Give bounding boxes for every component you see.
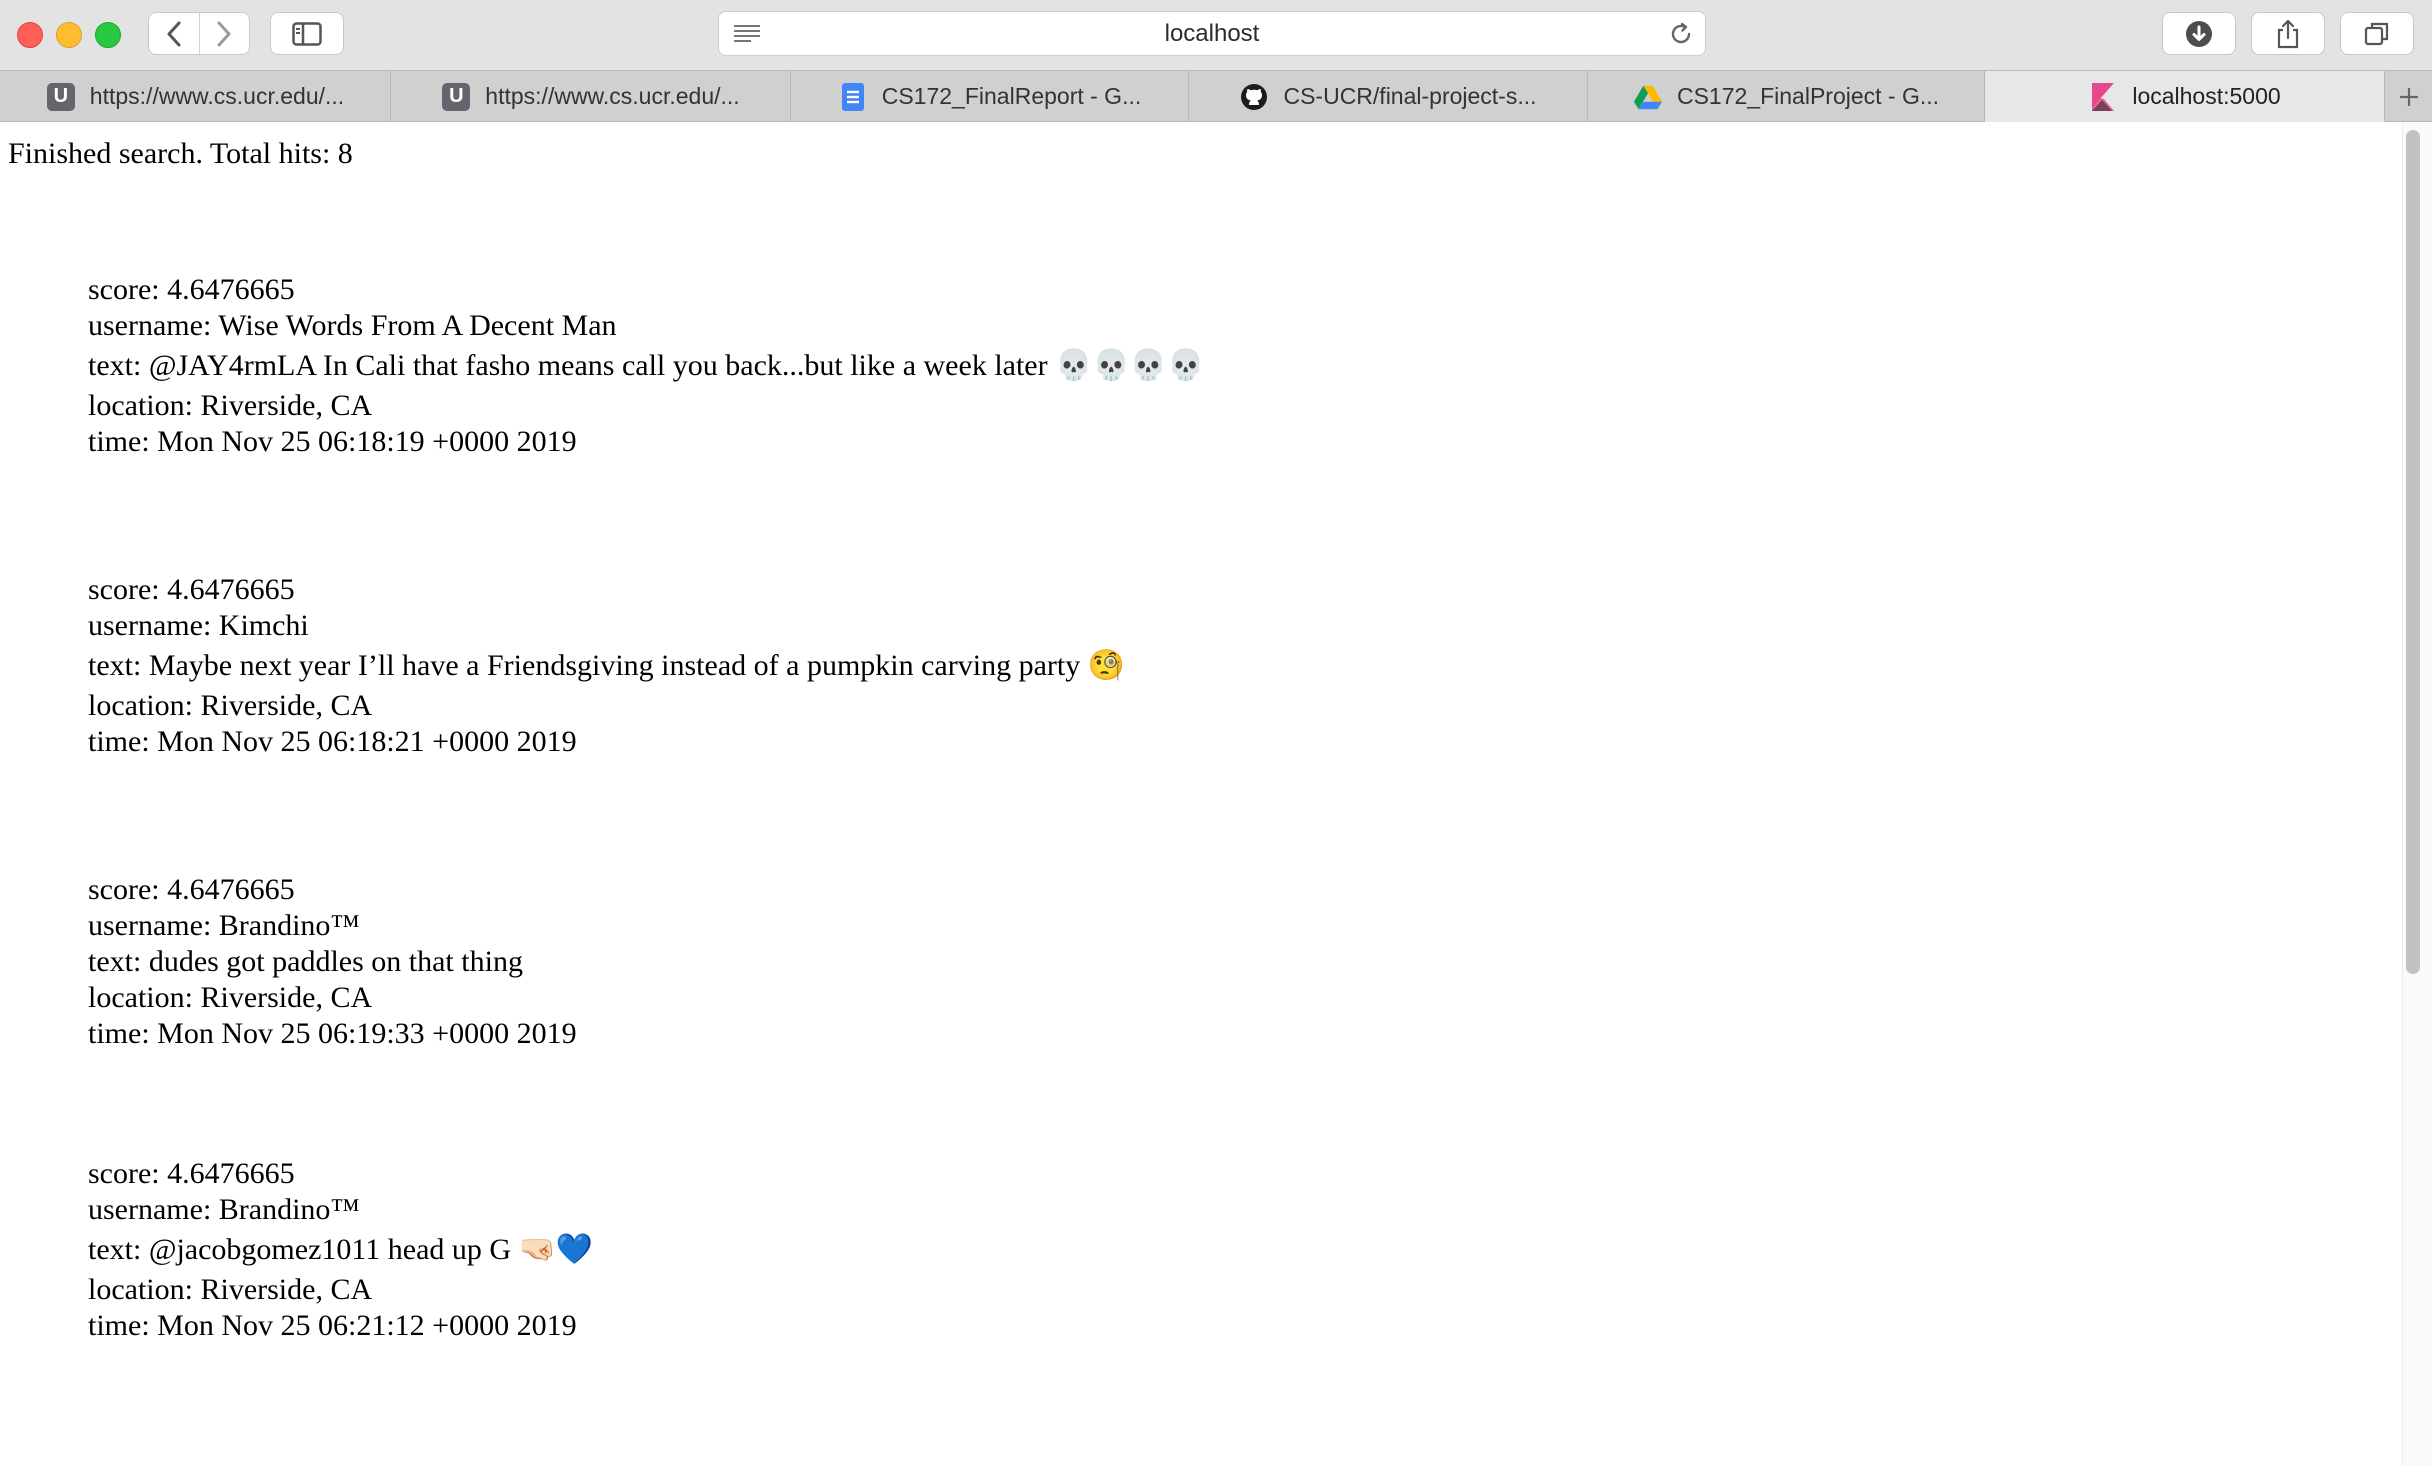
scrollbar-thumb[interactable] xyxy=(2406,130,2420,974)
result-text: text: @JAY4rmLA In Cali that fasho means… xyxy=(88,348,1205,383)
result-location: location: Riverside, CA xyxy=(88,1273,373,1306)
result-score: score: 4.6476665 xyxy=(88,273,295,306)
result-location: location: Riverside, CA xyxy=(88,689,373,722)
history-navigation xyxy=(148,12,250,55)
tab-label: CS-UCR/final-project-s... xyxy=(1283,83,1537,109)
kibana-icon xyxy=(2088,82,2118,112)
github-icon xyxy=(1239,82,1269,112)
tab-bar: U https://www.cs.ucr.edu/... U https://w… xyxy=(0,70,2432,122)
browser-toolbar: localhost xyxy=(0,0,2432,70)
result-score: score: 4.6476665 xyxy=(88,873,295,906)
result-score: score: 4.6476665 xyxy=(88,1157,295,1190)
search-result: score: 4.6476665 username: Brandino™ tex… xyxy=(88,1156,593,1344)
monocle-face-emoji: 🧐 xyxy=(1087,648,1126,683)
chevron-left-icon xyxy=(167,21,181,46)
ucr-favicon-icon: U xyxy=(46,82,76,112)
result-text: text: @jacobgomez1011 head up G 🤜🏻💙 xyxy=(88,1232,594,1267)
window-minimize-button[interactable] xyxy=(56,22,82,48)
skull-emoji: 💀💀💀💀 xyxy=(1055,348,1205,383)
fist-heart-emoji: 🤜🏻💙 xyxy=(518,1232,594,1267)
result-text: text: dudes got paddles on that thing xyxy=(88,945,523,978)
result-time: time: Mon Nov 25 06:18:19 +0000 2019 xyxy=(88,425,577,458)
tab-ucr-1[interactable]: U https://www.cs.ucr.edu/... xyxy=(0,71,391,122)
tab-label: https://www.cs.ucr.edu/... xyxy=(89,83,345,109)
result-username: username: Brandino™ xyxy=(88,909,360,942)
tab-label: CS172_FinalProject - G... xyxy=(1676,83,1940,109)
result-username: username: Brandino™ xyxy=(88,1193,360,1226)
download-icon xyxy=(2186,20,2212,47)
address-text: localhost xyxy=(1164,19,1260,47)
tab-label: localhost:5000 xyxy=(2132,83,2281,109)
search-result: score: 4.6476665 username: Brandino™ tex… xyxy=(88,872,577,1052)
ucr-favicon-icon: U xyxy=(441,82,471,112)
share-button[interactable] xyxy=(2251,12,2325,55)
result-time: time: Mon Nov 25 06:19:33 +0000 2019 xyxy=(88,1017,577,1050)
result-time: time: Mon Nov 25 06:21:12 +0000 2019 xyxy=(88,1309,577,1342)
search-result: score: 4.6476665 username: Wise Words Fr… xyxy=(88,272,1205,460)
google-drive-icon xyxy=(1633,82,1663,112)
tab-localhost[interactable]: localhost:5000 xyxy=(1985,71,2385,122)
tab-final-project-drive[interactable]: CS172_FinalProject - G... xyxy=(1588,71,1985,122)
tab-ucr-2[interactable]: U https://www.cs.ucr.edu/... xyxy=(391,71,791,122)
show-tabs-button[interactable] xyxy=(2340,12,2414,55)
result-location: location: Riverside, CA xyxy=(88,389,373,422)
result-location: location: Riverside, CA xyxy=(88,981,373,1014)
search-status: Finished search. Total hits: 8 xyxy=(8,137,353,170)
page-content: Finished search. Total hits: 8 score: 4.… xyxy=(0,122,2402,1466)
sidebar-icon xyxy=(292,21,322,46)
result-score: score: 4.6476665 xyxy=(88,573,295,606)
window-zoom-button[interactable] xyxy=(95,22,121,48)
chevron-right-icon xyxy=(217,21,231,46)
tab-overview-icon xyxy=(2364,22,2389,45)
back-button[interactable] xyxy=(149,13,199,54)
share-icon xyxy=(2277,19,2299,48)
address-bar[interactable]: localhost xyxy=(718,11,1706,56)
google-docs-icon xyxy=(838,82,868,112)
tab-final-report[interactable]: CS172_FinalReport - G... xyxy=(791,71,1189,122)
tab-label: CS172_FinalReport - G... xyxy=(881,83,1142,109)
result-time: time: Mon Nov 25 06:18:21 +0000 2019 xyxy=(88,725,577,758)
tab-label: https://www.cs.ucr.edu/... xyxy=(485,83,740,109)
reload-icon[interactable] xyxy=(1669,22,1693,46)
forward-button[interactable] xyxy=(198,13,250,54)
tab-github[interactable]: CS-UCR/final-project-s... xyxy=(1189,71,1588,122)
result-username: username: Wise Words From A Decent Man xyxy=(88,309,617,342)
plus-icon xyxy=(2399,87,2418,106)
search-result: score: 4.6476665 username: Kimchi text: … xyxy=(88,572,1125,760)
result-text: text: Maybe next year I’ll have a Friend… xyxy=(88,648,1126,683)
downloads-button[interactable] xyxy=(2162,12,2236,55)
sidebar-toggle-button[interactable] xyxy=(270,12,344,55)
window-close-button[interactable] xyxy=(17,22,43,48)
result-username: username: Kimchi xyxy=(88,609,309,642)
new-tab-button[interactable] xyxy=(2385,71,2432,122)
